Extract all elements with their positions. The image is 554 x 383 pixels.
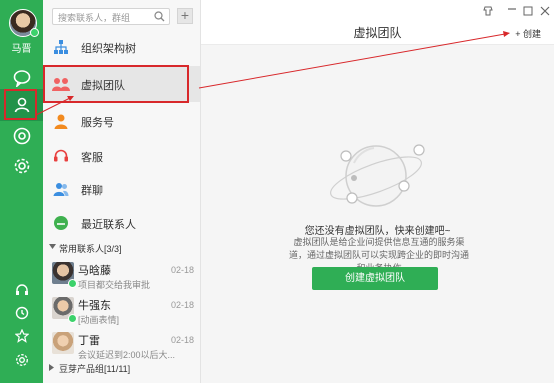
main-header: 虚拟团队 + 创建 xyxy=(201,0,554,45)
nav-item-group-chat[interactable]: 群聊 xyxy=(43,171,200,207)
contact-date: 02-18 xyxy=(170,265,194,275)
settings-icon xyxy=(15,354,28,366)
nav-label: 最近联系人 xyxy=(81,219,136,231)
headset-icon xyxy=(15,284,28,295)
user-name: 马晋 xyxy=(11,44,32,55)
nav-label: 客服 xyxy=(81,152,103,164)
gear-apps-icon xyxy=(14,158,29,174)
nav-item-customer-service[interactable]: 客服 xyxy=(43,138,200,174)
contact-name: 马晗藤 xyxy=(78,265,111,277)
rail-settings[interactable] xyxy=(0,346,43,374)
app-window: 马晋 搜索联系人，群组 + 组织架构树 虚拟团队 服务号 客服 群聊 最近联系人… xyxy=(0,0,554,383)
create-link[interactable]: + 创建 xyxy=(515,27,541,40)
service-account-icon xyxy=(52,112,70,130)
group-label: 豆芽产品组[11/11] xyxy=(59,364,131,374)
search-icon[interactable] xyxy=(154,11,165,22)
search-input[interactable]: 搜索联系人，群组 xyxy=(52,8,170,25)
contact-avatar xyxy=(52,332,74,354)
nav-label: 组织架构树 xyxy=(81,43,136,55)
online-status-dot xyxy=(68,314,77,323)
group-chat-icon xyxy=(52,180,70,198)
org-tree-icon xyxy=(52,38,70,56)
rail-discover[interactable] xyxy=(0,120,43,152)
recent-contacts-icon xyxy=(52,214,70,232)
create-virtual-team-button[interactable]: 创建虚拟团队 xyxy=(312,267,438,290)
rail-apps[interactable] xyxy=(0,150,43,182)
chat-icon xyxy=(13,70,30,87)
clock-icon xyxy=(15,306,28,320)
contact-last-message: 会议延迟到2:00以后大... xyxy=(78,350,176,360)
highlight-box-virtual-team xyxy=(43,65,189,103)
group-label: 常用联系人[3/3] xyxy=(59,244,122,254)
customer-service-icon xyxy=(52,147,70,165)
nav-item-service-account[interactable]: 服务号 xyxy=(43,103,200,139)
expand-triangle-icon xyxy=(49,244,56,249)
contact-name: 丁雷 xyxy=(78,335,100,347)
nav-item-recent-contacts[interactable]: 最近联系人 xyxy=(43,205,200,241)
left-rail: 马晋 xyxy=(0,0,43,383)
nav-item-org-tree[interactable]: 组织架构树 xyxy=(43,29,200,65)
collapsed-triangle-icon xyxy=(49,364,54,371)
empty-state-title: 您还没有虚拟团队，快来创建吧~ xyxy=(304,226,451,237)
contact-last-message: 项目都交给我审批 xyxy=(78,280,151,290)
contact-last-message: [动画表情] xyxy=(78,315,120,325)
star-icon xyxy=(14,329,29,343)
empty-state-illustration xyxy=(330,144,425,207)
group-header-frequent[interactable]: 常用联系人[3/3] xyxy=(43,241,200,255)
online-status-dot xyxy=(68,279,77,288)
contact-row[interactable]: 牛强东 [动画表情] 02-18 xyxy=(43,292,200,328)
group-header-bean[interactable]: 豆芽产品组[11/11] xyxy=(43,361,200,375)
contact-row[interactable]: 丁雷 会议延迟到2:00以后大... 02-18 xyxy=(43,327,200,363)
contacts-panel: 搜索联系人，群组 + 组织架构树 虚拟团队 服务号 客服 群聊 最近联系人 常用… xyxy=(43,0,201,383)
search-placeholder: 搜索联系人，群组 xyxy=(58,13,131,23)
contact-row[interactable]: 马晗藤 项目都交给我审批 02-18 xyxy=(43,257,200,293)
close-icon[interactable] xyxy=(540,6,550,19)
online-status-dot xyxy=(30,28,39,37)
highlight-box-rail xyxy=(4,89,37,120)
contact-name: 牛强东 xyxy=(78,300,111,312)
nav-label: 群聊 xyxy=(81,185,103,197)
main-content: 虚拟团队 + 创建 您还没有虚拟团队，快来创建吧~ 虚拟团队是给企业间提供信息互… xyxy=(201,0,554,383)
maximize-icon[interactable] xyxy=(523,6,533,19)
contact-date: 02-18 xyxy=(170,335,194,345)
compass-icon xyxy=(13,127,30,145)
skin-icon[interactable] xyxy=(483,6,493,19)
minimize-icon[interactable] xyxy=(507,3,517,16)
add-button[interactable]: + xyxy=(177,8,193,24)
page-title: 虚拟团队 xyxy=(353,26,402,40)
nav-label: 服务号 xyxy=(81,117,114,129)
contact-date: 02-18 xyxy=(170,300,194,310)
